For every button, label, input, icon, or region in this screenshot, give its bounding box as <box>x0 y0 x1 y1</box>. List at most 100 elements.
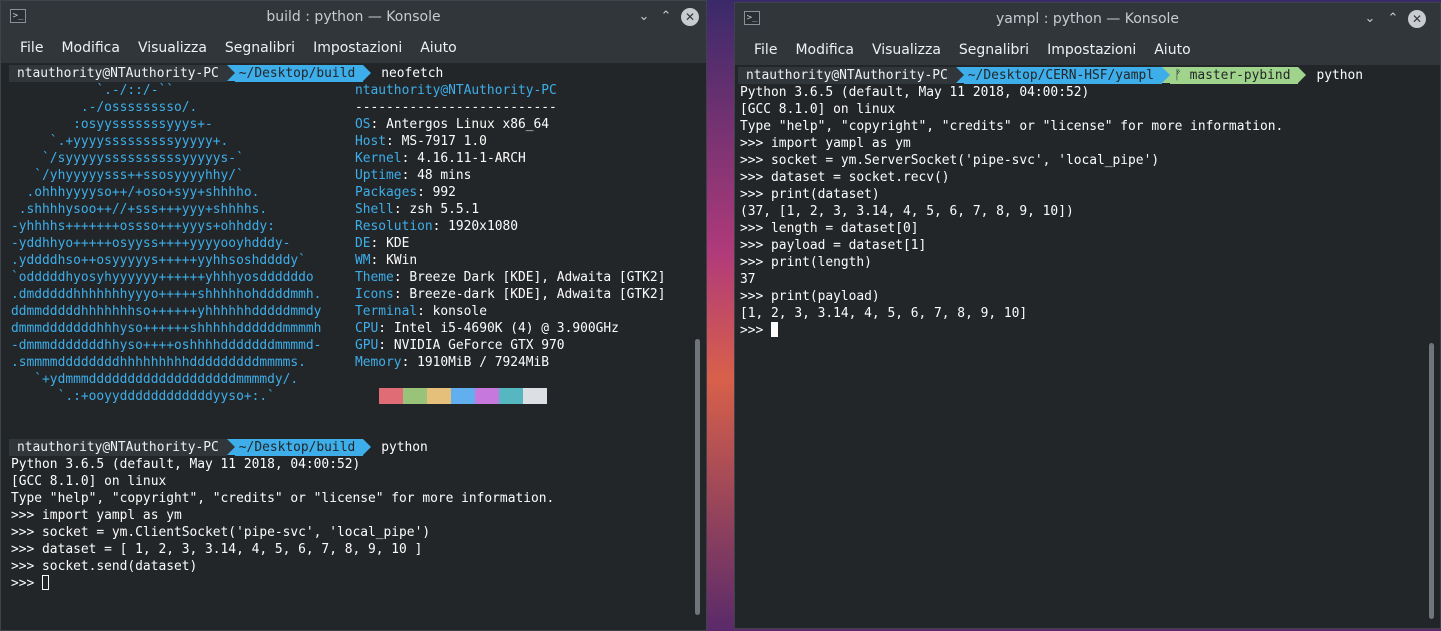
scrollbar-thumb[interactable] <box>1429 343 1434 619</box>
close-icon[interactable]: ✕ <box>1408 10 1426 28</box>
menu-bar: File Modifica Visualizza Segnalibri Impostaz… <box>1 33 706 63</box>
terminal-output[interactable]: ntauthority@NTAuthority-PC ~/Desktop/buil… <box>1 63 690 630</box>
prompt-dir: ~/Desktop/build <box>234 65 364 82</box>
sysinfo-row: Theme: Breeze Dark [KDE], Adwaita [GTK2] <box>355 269 665 286</box>
menu-aiuto[interactable]: Aiuto <box>411 33 465 63</box>
sysinfo-row: Host: MS-7917 1.0 <box>355 133 487 150</box>
logo-line: `/yhyyyyysss++ssosyyyyhhy/` <box>11 168 244 183</box>
menu-modifica[interactable]: Modifica <box>786 35 863 65</box>
prompt-separator-icon <box>363 439 372 455</box>
konsole-window-yampl[interactable]: >_ yampl : python — Konsole ⌄ ⌃ ✕ File Mo… <box>734 2 1441 629</box>
scrollbar-thumb[interactable] <box>695 339 700 615</box>
output-line: >>> payload = dataset[1] <box>740 238 927 253</box>
menu-file[interactable]: File <box>1 33 52 63</box>
sysinfo-colon: : <box>370 253 387 268</box>
logo-line: -yhhhhs+++++++ossso+++yyys+ohhddy: <box>11 219 275 234</box>
sysinfo-value: KWin <box>386 253 418 268</box>
logo-line: `.:+ooyyddddddddddddyyso+:.` <box>11 389 275 404</box>
prompt-separator-icon <box>1298 67 1307 83</box>
logo-line: -dmmmdddddddhhyso++++oshhhhdddddddmmmmd- <box>11 338 322 353</box>
sysinfo-row: Terminal: konsole <box>355 303 487 320</box>
sysinfo-header: ntauthority@NTAuthority-PC <box>355 83 557 98</box>
sysinfo-row: Resolution: 1920x1080 <box>355 218 518 235</box>
output-line: >>> import yampl as ym <box>740 136 911 151</box>
sysinfo-colon: : <box>386 134 402 149</box>
prompt-separator-icon <box>226 65 235 81</box>
output-line: >>> print(dataset) <box>740 187 880 202</box>
menu-modifica[interactable]: Modifica <box>52 33 129 63</box>
logo-line: `+ydmmmdddddddddddddddddddmmmmdy/. <box>11 372 299 387</box>
window-title: build : python — Konsole <box>266 9 441 25</box>
color-swatch <box>379 388 403 404</box>
minimize-icon[interactable]: ⌄ <box>1361 10 1379 28</box>
menu-segnalibri[interactable]: Segnalibri <box>950 35 1038 65</box>
sysinfo-key: Kernel <box>355 151 402 166</box>
prompt-user: ntauthority@NTAuthority-PC <box>738 67 956 84</box>
output-line: Python 3.6.5 (default, May 11 2018, 04:0… <box>11 457 361 472</box>
close-icon[interactable]: ✕ <box>681 8 699 26</box>
prompt-user: ntauthority@NTAuthority-PC <box>9 65 227 82</box>
output-line: 37 <box>740 272 756 287</box>
sysinfo-colon: : <box>393 202 410 217</box>
maximize-icon[interactable]: ⌃ <box>1384 10 1402 28</box>
sysinfo-key: WM <box>355 253 371 268</box>
sysinfo-key: Shell <box>355 202 394 217</box>
sysinfo-separator: -------------------------- <box>355 100 557 115</box>
sysinfo-key: GPU <box>355 338 379 353</box>
sysinfo-value: MS-7917 1.0 <box>401 134 487 149</box>
logo-line: -yddhhyo+++++osyyss++++yyyyooyhdddy- <box>11 236 291 251</box>
sysinfo-key: Uptime <box>355 168 402 183</box>
sysinfo-row: OS: Antergos Linux x86_64 <box>355 116 549 133</box>
output-line: [1, 2, 3, 3.14, 4, 5, 6, 7, 8, 9, 10] <box>740 306 1028 321</box>
konsole-window-build[interactable]: >_ build : python — Konsole ⌄ ⌃ ✕ File Mo… <box>0 0 707 631</box>
menu-visualizza[interactable]: Visualizza <box>129 33 216 63</box>
menu-file[interactable]: File <box>735 35 786 65</box>
menu-segnalibri[interactable]: Segnalibri <box>216 33 304 63</box>
logo-line: .shhhhysoo++//+sss+++yyy+shhhhs. <box>11 202 268 217</box>
color-swatch <box>523 388 547 404</box>
color-swatch <box>451 388 475 404</box>
terminal-output[interactable]: ntauthority@NTAuthority-PC ~/Desktop/CERN… <box>735 65 1424 628</box>
output-line: >>> length = dataset[0] <box>740 221 919 236</box>
scrollbar[interactable] <box>690 63 706 630</box>
title-bar[interactable]: >_ build : python — Konsole ⌄ ⌃ ✕ <box>1 1 706 33</box>
sysinfo-value: Breeze-dark [KDE], Adwaita [GTK2] <box>409 287 666 302</box>
color-swatch <box>403 388 427 404</box>
logo-line: `/syyyyyssssssssssyyyyys-` <box>11 151 244 166</box>
prompt-command: python <box>381 440 428 455</box>
git-branch-icon: ᚠ <box>1174 68 1182 83</box>
scrollbar[interactable] <box>1424 65 1440 628</box>
sysinfo-colon: : <box>378 338 394 353</box>
output-line: >>> dataset = socket.recv() <box>740 170 950 185</box>
color-swatches <box>379 388 547 404</box>
menu-impostazioni[interactable]: Impostazioni <box>304 33 411 63</box>
menu-aiuto[interactable]: Aiuto <box>1145 35 1199 65</box>
logo-line: :osyysssssssyyys+- <box>11 117 213 132</box>
output-line: >>> import yampl as ym <box>11 508 182 523</box>
title-bar[interactable]: >_ yampl : python — Konsole ⌄ ⌃ ✕ <box>735 3 1440 35</box>
prompt-dir: ~/Desktop/build <box>234 439 364 456</box>
prompt-separator-icon <box>363 65 372 81</box>
menu-visualizza[interactable]: Visualizza <box>863 35 950 65</box>
menu-impostazioni[interactable]: Impostazioni <box>1038 35 1145 65</box>
logo-line: `.-/::/-`` <box>11 83 174 98</box>
shell-prompt: ntauthority@NTAuthority-PC ~/Desktop/buil… <box>9 65 443 82</box>
sysinfo-row: GPU: NVIDIA GeForce GTX 970 <box>355 337 565 354</box>
minimize-icon[interactable]: ⌄ <box>635 8 653 26</box>
output-line: >>> print(payload) <box>740 289 880 304</box>
prompt-separator-icon <box>1162 67 1171 83</box>
output-line: >>> dataset = [ 1, 2, 3, 3.14, 4, 5, 6, … <box>11 542 423 557</box>
logo-line: .yddddhso++osyyyyys+++++yyhhsoshddddy` <box>11 253 306 268</box>
output-line: [GCC 8.1.0] on linux <box>11 474 167 489</box>
sysinfo-row: WM: KWin <box>355 252 417 269</box>
sysinfo-key: Terminal <box>355 304 418 319</box>
logo-line: .ohhhyyyyso++/+oso+syy+shhhho. <box>11 185 260 200</box>
logo-line: ddmmdddddhhhhhhhso++++++yhhhhhhdddddmmdy <box>11 304 322 319</box>
color-swatch <box>475 388 499 404</box>
menu-bar: File Modifica Visualizza Segnalibri Impostaz… <box>735 35 1440 65</box>
sysinfo-colon: : <box>417 304 433 319</box>
sysinfo-value: 4.16.11-1-ARCH <box>417 151 526 166</box>
sysinfo-colon: : <box>378 321 394 336</box>
maximize-icon[interactable]: ⌃ <box>657 8 675 26</box>
sysinfo-row: Memory: 1910MiB / 7924MiB <box>355 354 549 371</box>
